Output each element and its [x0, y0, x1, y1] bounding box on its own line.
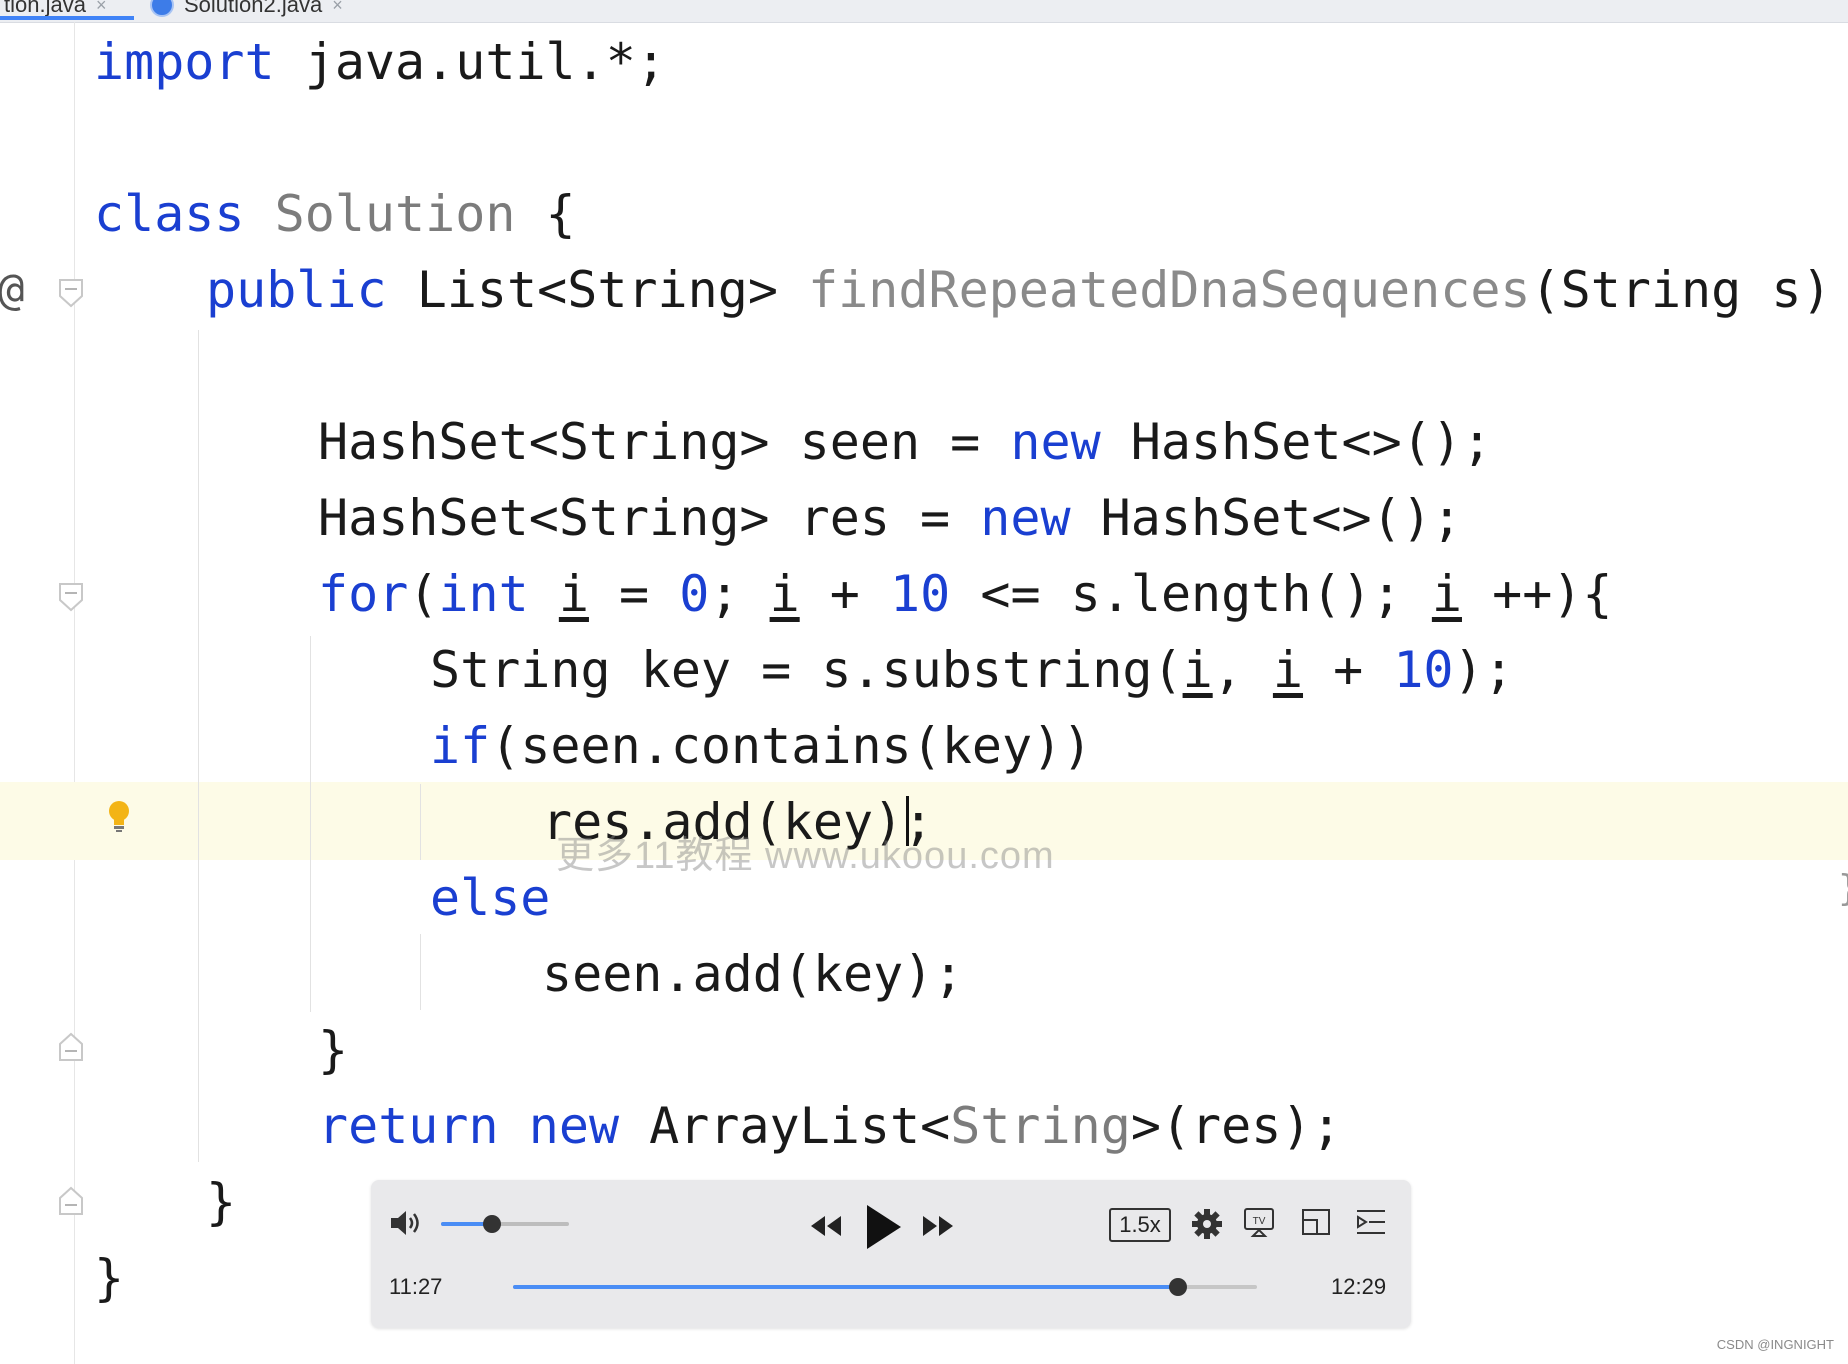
fold-end-icon[interactable] — [58, 1186, 84, 1216]
scroll-edge-mark: } — [1838, 868, 1848, 909]
fold-end-icon[interactable] — [58, 1032, 84, 1062]
code-line-17: } — [94, 1249, 125, 1307]
code-line-14: } — [318, 1021, 349, 1079]
credit-text: CSDN @INGNIGHT — [1716, 1337, 1834, 1352]
video-player-controls: 1.5x TV 11:27 12:29 — [371, 1180, 1411, 1328]
fold-icon[interactable] — [58, 582, 84, 612]
rewind-icon[interactable] — [809, 1214, 843, 1242]
active-tab-indicator — [0, 16, 134, 20]
current-time: 11:27 — [389, 1274, 443, 1299]
fast-forward-icon[interactable] — [921, 1214, 955, 1242]
code-line-1: import java.util.*; — [94, 33, 666, 91]
code-line-8: for(int i = 0; i + 10 <= s.length(); i +… — [318, 565, 1613, 623]
code-line-9: String key = s.substring(i, i + 10); — [430, 641, 1514, 699]
settings-icon[interactable] — [1191, 1208, 1223, 1244]
total-time: 12:29 — [1331, 1274, 1387, 1299]
fold-icon[interactable] — [58, 278, 84, 308]
play-icon[interactable] — [861, 1202, 905, 1256]
gutter-divider — [74, 22, 75, 1364]
close-icon[interactable]: × — [332, 0, 343, 16]
code-line-12: else — [430, 869, 551, 927]
indent-guide — [420, 934, 421, 1010]
tv-cast-icon[interactable]: TV — [1243, 1206, 1275, 1242]
code-line-7: HashSet<String> res = new HashSet<>(); — [318, 489, 1462, 547]
indent-guide — [198, 330, 199, 1162]
indent-guide — [420, 784, 421, 860]
code-line-13: seen.add(key); — [542, 945, 964, 1003]
volume-icon[interactable] — [389, 1208, 425, 1242]
tab-solution2-java[interactable]: Solution2.java × — [150, 0, 343, 20]
progress-handle[interactable] — [1169, 1278, 1188, 1296]
code-line-3: class Solution { — [94, 185, 576, 243]
override-marker-icon: @ — [0, 264, 25, 315]
close-icon[interactable]: × — [96, 0, 107, 16]
picture-in-picture-icon[interactable] — [1301, 1208, 1331, 1240]
playlist-icon[interactable] — [1355, 1208, 1387, 1240]
code-line-10: if(seen.contains(key)) — [430, 717, 1093, 775]
volume-handle[interactable] — [483, 1215, 502, 1233]
progress-played — [513, 1285, 1179, 1289]
intention-bulb-icon[interactable] — [107, 800, 131, 838]
code-line-4: public List<String> findRepeatedDnaSeque… — [206, 261, 1832, 319]
java-file-icon — [150, 0, 174, 17]
tab-label: Solution2.java — [184, 0, 323, 17]
playback-speed-button[interactable]: 1.5x — [1109, 1208, 1171, 1242]
code-line-16: } — [206, 1173, 237, 1231]
code-line-6: HashSet<String> seen = new HashSet<>(); — [318, 413, 1493, 471]
watermark: 更多11教程 www.ukoou.com — [556, 835, 1055, 877]
code-line-15: return new ArrayList<String>(res); — [318, 1097, 1342, 1155]
svg-text:TV: TV — [1253, 1216, 1266, 1227]
indent-guide — [310, 636, 311, 1012]
editor-tab-bar: tion.java × Solution2.java × — [0, 0, 1848, 23]
